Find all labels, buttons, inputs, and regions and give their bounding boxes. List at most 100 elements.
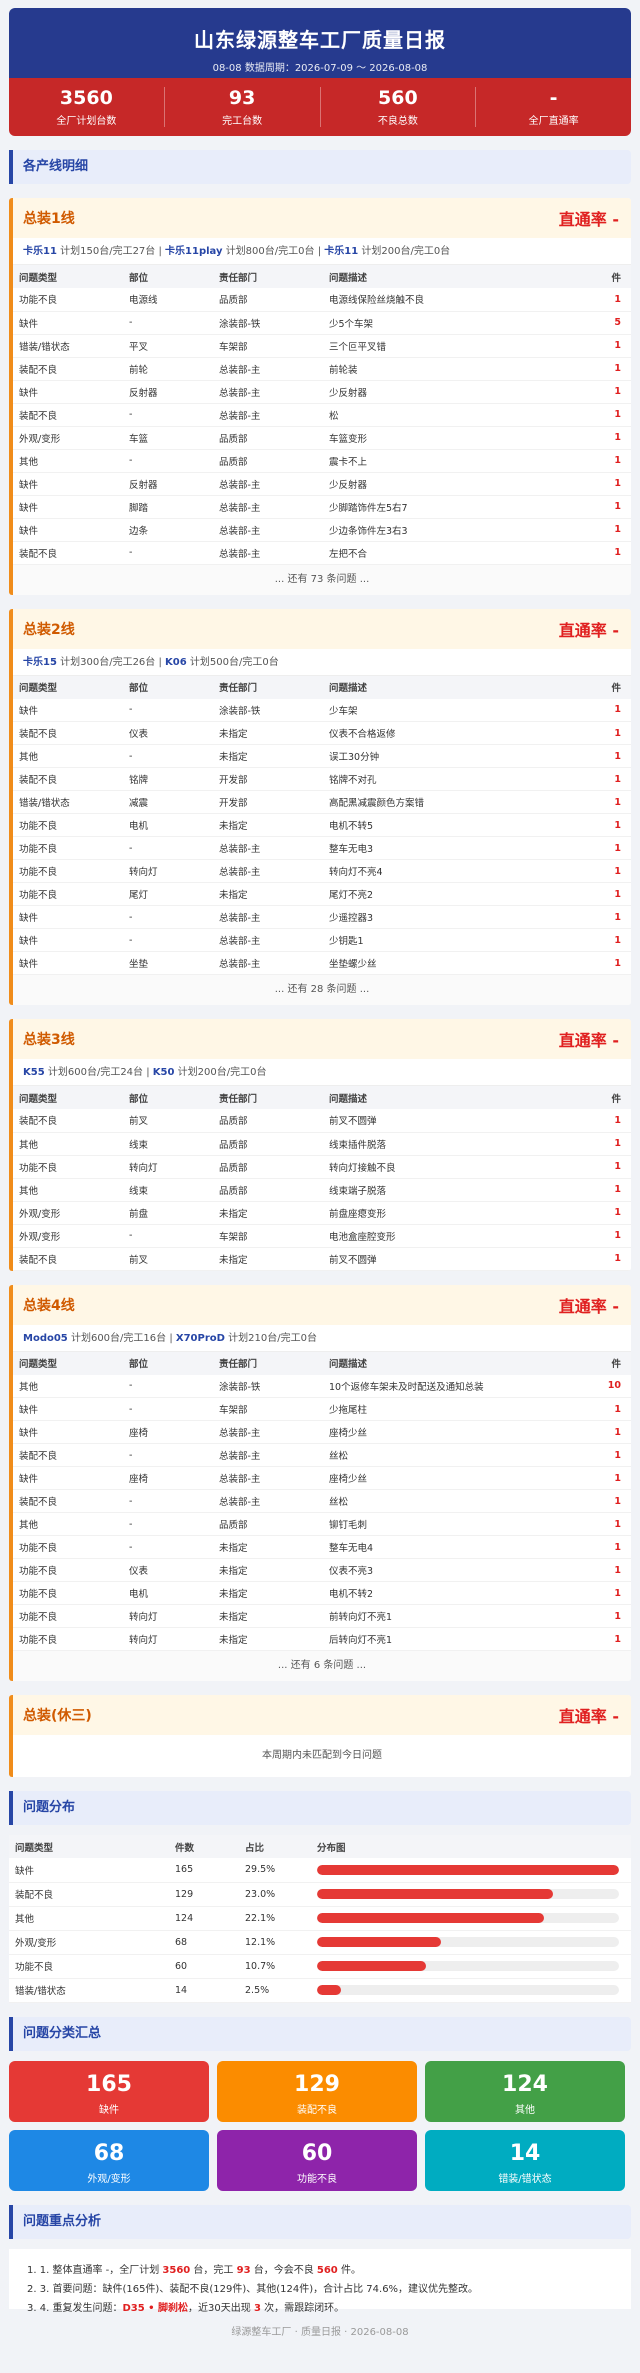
issue-cell: 反射器 [123, 472, 213, 496]
issue-cell: 后转向灯不亮1 [323, 1627, 602, 1651]
table-row: 功能不良 转向灯 总装部-主 转向灯不亮4 1 [13, 859, 631, 883]
line-card: 总装1线 直通率 - 卡乐11 计划150台/完工27台 | 卡乐11play 计划… [9, 198, 631, 595]
plan-model: K55 [23, 1067, 45, 1078]
summary-card-value: 124 [502, 2071, 548, 2097]
issue-cell: 三个叵平叉错 [323, 334, 606, 358]
issue-cell: 1 [601, 1489, 631, 1513]
table-row: 装配不良 前轮 总装部-主 前轮装 1 [13, 357, 631, 381]
issue-cell: 1 [605, 1178, 631, 1202]
summary-card-label: 功能不良 [297, 2173, 337, 2185]
dist-type: 外观/变形 [9, 1930, 169, 1955]
issue-table: 问题类型 部位 责任部门 问题描述件缺件 - 涂装部-铁 少车架 1 装配不良 仪表 未指定 仪表不合… [13, 675, 631, 975]
issue-cell: 功能不良 [13, 836, 123, 860]
issue-cell: 未指定 [213, 882, 323, 906]
table-row: 装配不良 铭牌 开发部 铭牌不对孔 1 [13, 767, 631, 791]
issue-cell: - [123, 744, 213, 768]
line-header: 总装1线 直通率 - [13, 198, 631, 238]
issue-cell: 座椅少丝 [323, 1466, 602, 1490]
issue-cell: 座椅少丝 [323, 1420, 602, 1444]
issue-cell: - [123, 1397, 213, 1421]
dist-count: 14 [169, 1978, 239, 2003]
issue-cell: 1 [601, 1397, 631, 1421]
line-card: 总装4线 直通率 - Modo05 计划600台/完工16台 | X70ProD 计… [9, 1284, 631, 1681]
issue-cell: 铭牌不对孔 [323, 767, 606, 791]
line-plan: 卡乐15 计划300台/完工26台 | K06 计划500台/完工0台 [13, 649, 631, 676]
issue-cell: 未指定 [213, 744, 323, 768]
plan-model: K06 [165, 656, 187, 668]
dist-type: 错装/错状态 [9, 1978, 169, 2003]
kpi-label: 完工台数 [222, 116, 263, 127]
issue-col-header: 问题类型 [13, 675, 123, 699]
issue-cell: 未指定 [213, 1535, 323, 1559]
plan-text: 计划150台/完工27台 [60, 246, 156, 257]
more-issues-note: ... 还有 73 条问题 ... [13, 564, 631, 595]
issue-cell: 外观/变形 [13, 1201, 123, 1225]
dist-type: 其他 [9, 1906, 169, 1931]
issue-cell: 座椅 [123, 1420, 213, 1444]
issue-cell: - [123, 1535, 213, 1559]
issue-cell: 高配黑减震颜色方案错 [323, 790, 606, 814]
table-row: 装配不良 - 总装部-主 丝松 1 [13, 1443, 631, 1467]
issue-cell: 功能不良 [13, 1581, 123, 1605]
issue-cell: 丝松 [323, 1489, 602, 1513]
dist-col-type: 问题类型 [9, 1835, 169, 1858]
issue-cell: 缺件 [13, 1420, 123, 1444]
issue-cell: - [123, 541, 213, 565]
line-pass-rate: 直通率 - [558, 1707, 619, 1726]
issue-cell: 外观/变形 [13, 1224, 123, 1248]
issue-cell: - [123, 1512, 213, 1536]
issue-cell: - [123, 836, 213, 860]
table-row: 缺件 - 总装部-主 少遥控器3 1 [13, 905, 631, 929]
issue-col-header: 责任部门 [213, 1086, 323, 1109]
issue-cell: 品质部 [213, 426, 323, 450]
dist-bar-cell [311, 1930, 631, 1955]
dist-bar-fill [317, 1961, 426, 1971]
issue-cell: 10个返修车架未及时配送及通知总装 [323, 1374, 602, 1398]
issue-cell: 1 [605, 449, 631, 473]
issue-cell: 功能不良 [13, 1535, 123, 1559]
issue-cell: 1 [601, 1558, 631, 1582]
issue-cell: 总装部-主 [213, 541, 323, 565]
issue-cell: 缺件 [13, 1466, 123, 1490]
issue-cell: 1 [601, 1535, 631, 1559]
issue-cell: 品质部 [213, 449, 323, 473]
issue-cell: 1 [605, 1132, 631, 1156]
issue-cell: 仪表 [123, 721, 213, 745]
summary-card-value: 14 [509, 2140, 541, 2166]
issue-cell: - [123, 403, 213, 427]
issue-table: 问题类型 部位 责任部门 问题描述件功能不良 电源线 品质部 电源线保险丝烧触不良 1 缺件 - 涂… [13, 265, 631, 565]
issue-cell: 1 [605, 1224, 631, 1248]
analysis-defect-value: 560 [316, 2264, 338, 2276]
dist-bar-cell [311, 1954, 631, 1979]
issue-cell: 仪表不亮3 [323, 1558, 602, 1582]
table-row: 外观/变形 - 车架部 电池盒座腔变形 1 [13, 1224, 631, 1248]
kpi-value: 3560 [59, 87, 113, 109]
issue-cell: 总装部-主 [213, 951, 323, 975]
issue-cell: 误工30分钟 [323, 744, 606, 768]
issue-cell: 未指定 [213, 721, 323, 745]
issue-cell: 1 [605, 334, 631, 358]
issue-cell: 1 [605, 721, 631, 745]
table-row: 缺件 - 总装部-主 少钥匙1 1 [13, 928, 631, 952]
issue-cell: 开发部 [213, 790, 323, 814]
analysis-text: 3. 4. 重复发生问题： [27, 2302, 123, 2314]
issue-cell: 未指定 [213, 1558, 323, 1582]
issue-cell: 总装部-主 [213, 1489, 323, 1513]
issue-cell: 转向灯接触不良 [323, 1155, 606, 1179]
issue-cell: 10 [601, 1374, 631, 1398]
dist-col-chart: 分布图 [311, 1835, 631, 1858]
issue-col-header: 件 [605, 675, 631, 699]
issue-cell: 装配不良 [13, 1489, 123, 1513]
line-pass-rate: 直通率 - [558, 620, 619, 640]
issue-col-header: 部位 [123, 1351, 213, 1375]
table-row: 功能不良 电机 未指定 电机不转5 1 [13, 813, 631, 837]
dist-bar-track [317, 1864, 619, 1875]
dist-count: 60 [169, 1954, 239, 1979]
issue-cell: 未指定 [213, 1627, 323, 1651]
table-row: 缺件 - 涂装部-铁 少车架 1 [13, 698, 631, 722]
issue-cell: 开发部 [213, 767, 323, 791]
issue-cell: 1 [605, 928, 631, 952]
summary-card: 124 其他 [425, 2060, 625, 2122]
issue-cell: - [123, 698, 213, 722]
issue-col-header: 问题类型 [13, 1351, 123, 1375]
